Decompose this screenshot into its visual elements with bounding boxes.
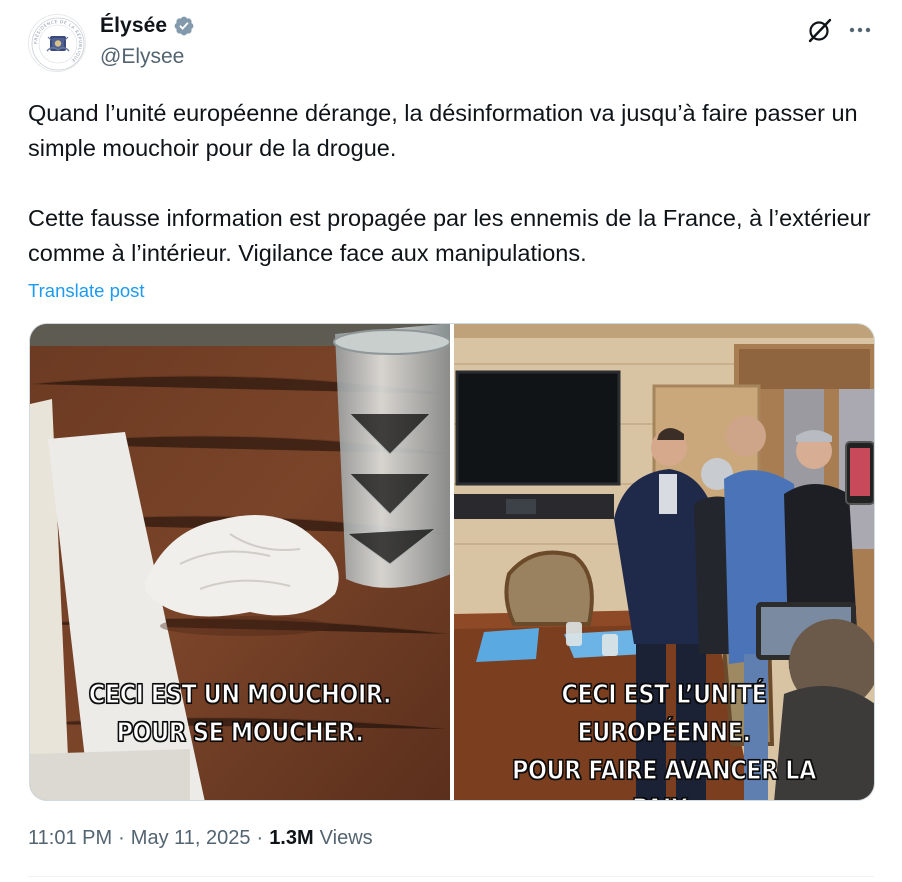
leaders-caption: CECI EST L’UNITÉ EUROPÉENNE. POUR FAIRE … [483, 676, 844, 800]
avatar[interactable]: PRÉSIDENCE DE LA RÉPUBLIQUE [28, 14, 86, 72]
divider [28, 876, 874, 877]
views-label: Views [319, 827, 373, 849]
post-date[interactable]: May 11, 2025 [131, 827, 251, 850]
grok-icon[interactable] [806, 16, 834, 44]
translate-post-link[interactable]: Translate post [28, 280, 145, 302]
display-name[interactable]: Élysée [100, 14, 167, 38]
author-handle[interactable]: @Elysee [100, 45, 184, 69]
meta-separator: · [256, 827, 264, 849]
meta-separator: · [118, 827, 125, 849]
media-grid: CECI EST UN MOUCHOIR. POUR SE MOUCHER. C… [29, 323, 875, 801]
post-text: Quand l’unité européenne dérange, la dés… [28, 100, 871, 266]
presidency-seal-logo: PRÉSIDENCE DE LA RÉPUBLIQUE [31, 17, 85, 71]
media-image-tissue[interactable]: CECI EST UN MOUCHOIR. POUR SE MOUCHER. [30, 324, 450, 800]
post-time[interactable]: 11:01 PM [28, 827, 112, 850]
verified-badge-icon[interactable] [173, 15, 195, 37]
views-count[interactable]: 1.3M [269, 827, 313, 850]
post-meta: 11:01 PM · May 11, 2025 · 1.3M Views [28, 827, 373, 850]
tissue-caption: CECI EST UN MOUCHOIR. POUR SE MOUCHER. [59, 676, 420, 752]
more-icon[interactable] [846, 16, 874, 44]
leaders-caption-line-1: CECI EST L’UNITÉ EUROPÉENNE. [561, 679, 768, 748]
leaders-caption-line-2: POUR FAIRE AVANCER LA PAIX. [511, 755, 816, 800]
tissue-caption-line-2: POUR SE MOUCHER. [116, 717, 364, 748]
media-image-leaders[interactable]: CECI EST L’UNITÉ EUROPÉENNE. POUR FAIRE … [453, 324, 874, 800]
tissue-caption-line-1: CECI EST UN MOUCHOIR. [88, 679, 392, 710]
tweet-card: PRÉSIDENCE DE LA RÉPUBLIQUE Élysée @Elys… [0, 0, 902, 882]
author-name-row: Élysée [100, 14, 195, 38]
